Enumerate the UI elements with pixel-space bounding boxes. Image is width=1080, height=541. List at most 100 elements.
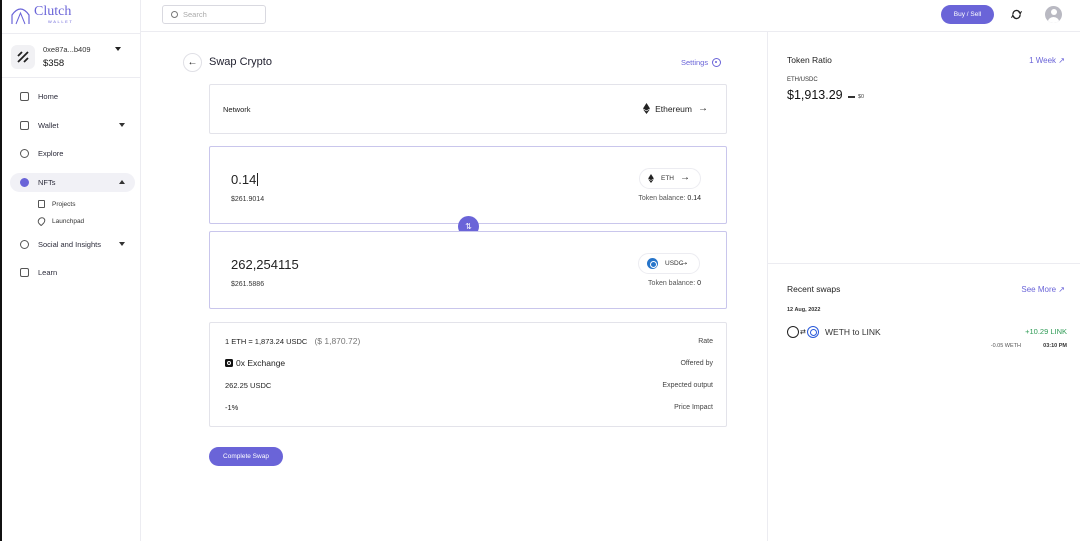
output-value: 262.25 USDC — [225, 381, 272, 390]
to-fiat-value: $261.5886 — [231, 281, 265, 288]
swap-from-card: 0.14 $261.9014 ETH → Token balance: 0.14 — [209, 146, 727, 224]
external-link-icon: ↗ — [1058, 285, 1065, 294]
from-amount-input[interactable]: 0.14 — [231, 172, 258, 187]
home-icon — [20, 92, 29, 101]
sidebar-item-label: Explore — [38, 149, 64, 158]
impact-value: -1% — [225, 403, 239, 412]
arrow-right-icon: → — [680, 172, 690, 183]
network-label: Network — [223, 105, 251, 114]
chevron-down-icon — [119, 242, 125, 246]
sidebar-item-social[interactable]: Social and Insights — [10, 235, 135, 254]
arrow-right-icon: → — [698, 103, 708, 114]
ethereum-icon — [643, 103, 651, 114]
sidebar-subitem-label: Launchpad — [52, 217, 85, 225]
swap-time: 03:10 PM — [1043, 343, 1067, 349]
see-more-link[interactable]: See More ↗ — [1021, 285, 1065, 294]
search-input[interactable] — [183, 10, 263, 19]
period-label: 1 Week — [1029, 56, 1057, 65]
sidebar-item-label: Wallet — [38, 121, 59, 130]
search-box[interactable] — [162, 5, 266, 24]
token-price: $1,913.29 — [787, 88, 843, 102]
to-token-selector[interactable]: USDC → — [638, 253, 700, 274]
logo[interactable]: Clutch WALLET — [10, 5, 73, 25]
sidebar-item-label: NFTs — [38, 178, 56, 187]
exchange-row: 0x Exchange Offered by — [225, 358, 713, 368]
settings-label: Settings — [681, 58, 709, 67]
rate-label: Rate — [698, 337, 713, 345]
from-fiat-value: $261.9014 — [231, 196, 265, 203]
recent-swap-item[interactable]: ⇄ WETH to LINK +10.29 LINK -0.05 WETH 03… — [787, 326, 1067, 356]
balance-label: Token balance: — [638, 195, 686, 202]
balance-value: 0 — [697, 280, 701, 287]
rate-value: 1 ETH = 1,873.24 USDC — [225, 337, 308, 346]
link-token-icon — [806, 326, 819, 338]
logo-subtitle: WALLET — [48, 19, 74, 24]
impact-row: -1% Price Impact — [225, 403, 713, 412]
logo-name: Clutch — [34, 4, 72, 19]
sidebar-item-nfts[interactable]: NFTs — [10, 173, 135, 192]
social-icon — [20, 240, 29, 249]
logo-icon — [11, 8, 30, 25]
external-link-icon: ↗ — [1058, 56, 1065, 65]
sidebar-item-label: Learn — [38, 268, 58, 277]
exchange-name: 0x Exchange — [236, 358, 286, 368]
rocket-icon — [36, 215, 47, 227]
back-button[interactable]: ← — [183, 53, 202, 72]
usdc-icon — [647, 258, 658, 269]
avatar[interactable] — [1045, 6, 1062, 23]
swap-description: WETH to LINK — [825, 327, 881, 337]
weth-icon — [787, 326, 799, 338]
balance-label: Token balance: — [648, 280, 696, 287]
output-label: Expected output — [662, 382, 713, 389]
swap-arrows-icon: ⇅ — [465, 222, 472, 231]
balance-value: 0.14 — [687, 195, 701, 202]
network-selector[interactable]: Ethereum → — [643, 103, 708, 114]
right-panel: Token Ratio 1 Week ↗ ETH/USDC $1,913.29 … — [767, 32, 1080, 541]
nft-icon — [20, 178, 29, 187]
rate-fiat: ($ 1,870.72) — [314, 336, 361, 346]
sidebar-item-wallet[interactable]: Wallet — [10, 116, 135, 135]
to-amount-input[interactable]: 262,254115 — [231, 257, 299, 272]
sidebar-item-learn[interactable]: Learn — [10, 263, 135, 282]
network-value: Ethereum — [655, 103, 692, 114]
account-switcher[interactable]: 0xe87a...b409 $358 — [2, 33, 141, 78]
price-change: $0 — [848, 94, 864, 100]
from-token-label: ETH — [661, 175, 674, 182]
refresh-icon[interactable] — [1011, 9, 1022, 20]
sidebar-subitem-launchpad[interactable]: Launchpad — [36, 215, 85, 227]
gear-icon — [712, 58, 722, 67]
swap-date: 12 Aug, 2022 — [787, 307, 821, 313]
sidebar-subitem-projects[interactable]: Projects — [38, 200, 75, 208]
chevron-down-icon — [119, 123, 125, 127]
network-card[interactable]: Network Ethereum → — [209, 84, 727, 134]
page-title: Swap Crypto — [209, 56, 272, 68]
book-icon — [20, 268, 29, 277]
to-token-balance: Token balance: 0 — [648, 280, 701, 287]
from-token-balance: Token balance: 0.14 — [638, 195, 701, 202]
wallet-icon — [20, 121, 29, 130]
swap-details-card: 1 ETH = 1,873.24 USDC ($ 1,870.72) Rate … — [209, 322, 727, 427]
see-more-label: See More — [1021, 285, 1057, 294]
exchange-label: Offered by — [680, 359, 713, 367]
swap-received: +10.29 LINK — [1025, 327, 1067, 336]
swap-arrows-icon: ⇄ — [800, 329, 806, 336]
complete-swap-button[interactable]: Complete Swap — [209, 447, 283, 466]
period-selector[interactable]: 1 Week ↗ — [1029, 56, 1065, 65]
settings-link[interactable]: Settings — [681, 58, 722, 67]
swap-token-icons: ⇄ — [787, 326, 819, 338]
token-ratio-title: Token Ratio — [787, 55, 832, 65]
sidebar-item-home[interactable]: Home — [10, 87, 135, 106]
sidebar-item-label: Social and Insights — [38, 240, 101, 249]
account-balance: $358 — [43, 58, 65, 69]
sidebar: Clutch WALLET 0xe87a...b409 $358 Home Wa… — [2, 0, 141, 541]
document-icon — [38, 200, 45, 208]
output-row: 262.25 USDC Expected output — [225, 381, 713, 390]
sidebar-item-explore[interactable]: Explore — [10, 144, 135, 163]
search-icon — [171, 11, 178, 18]
arrow-right-icon: → — [679, 257, 689, 268]
from-token-selector[interactable]: ETH → — [639, 168, 701, 189]
chevron-down-icon[interactable] — [115, 47, 121, 51]
sidebar-item-label: Home — [38, 92, 59, 101]
buy-sell-button[interactable]: Buy / Sell — [941, 5, 994, 24]
impact-label: Price Impact — [674, 404, 713, 411]
